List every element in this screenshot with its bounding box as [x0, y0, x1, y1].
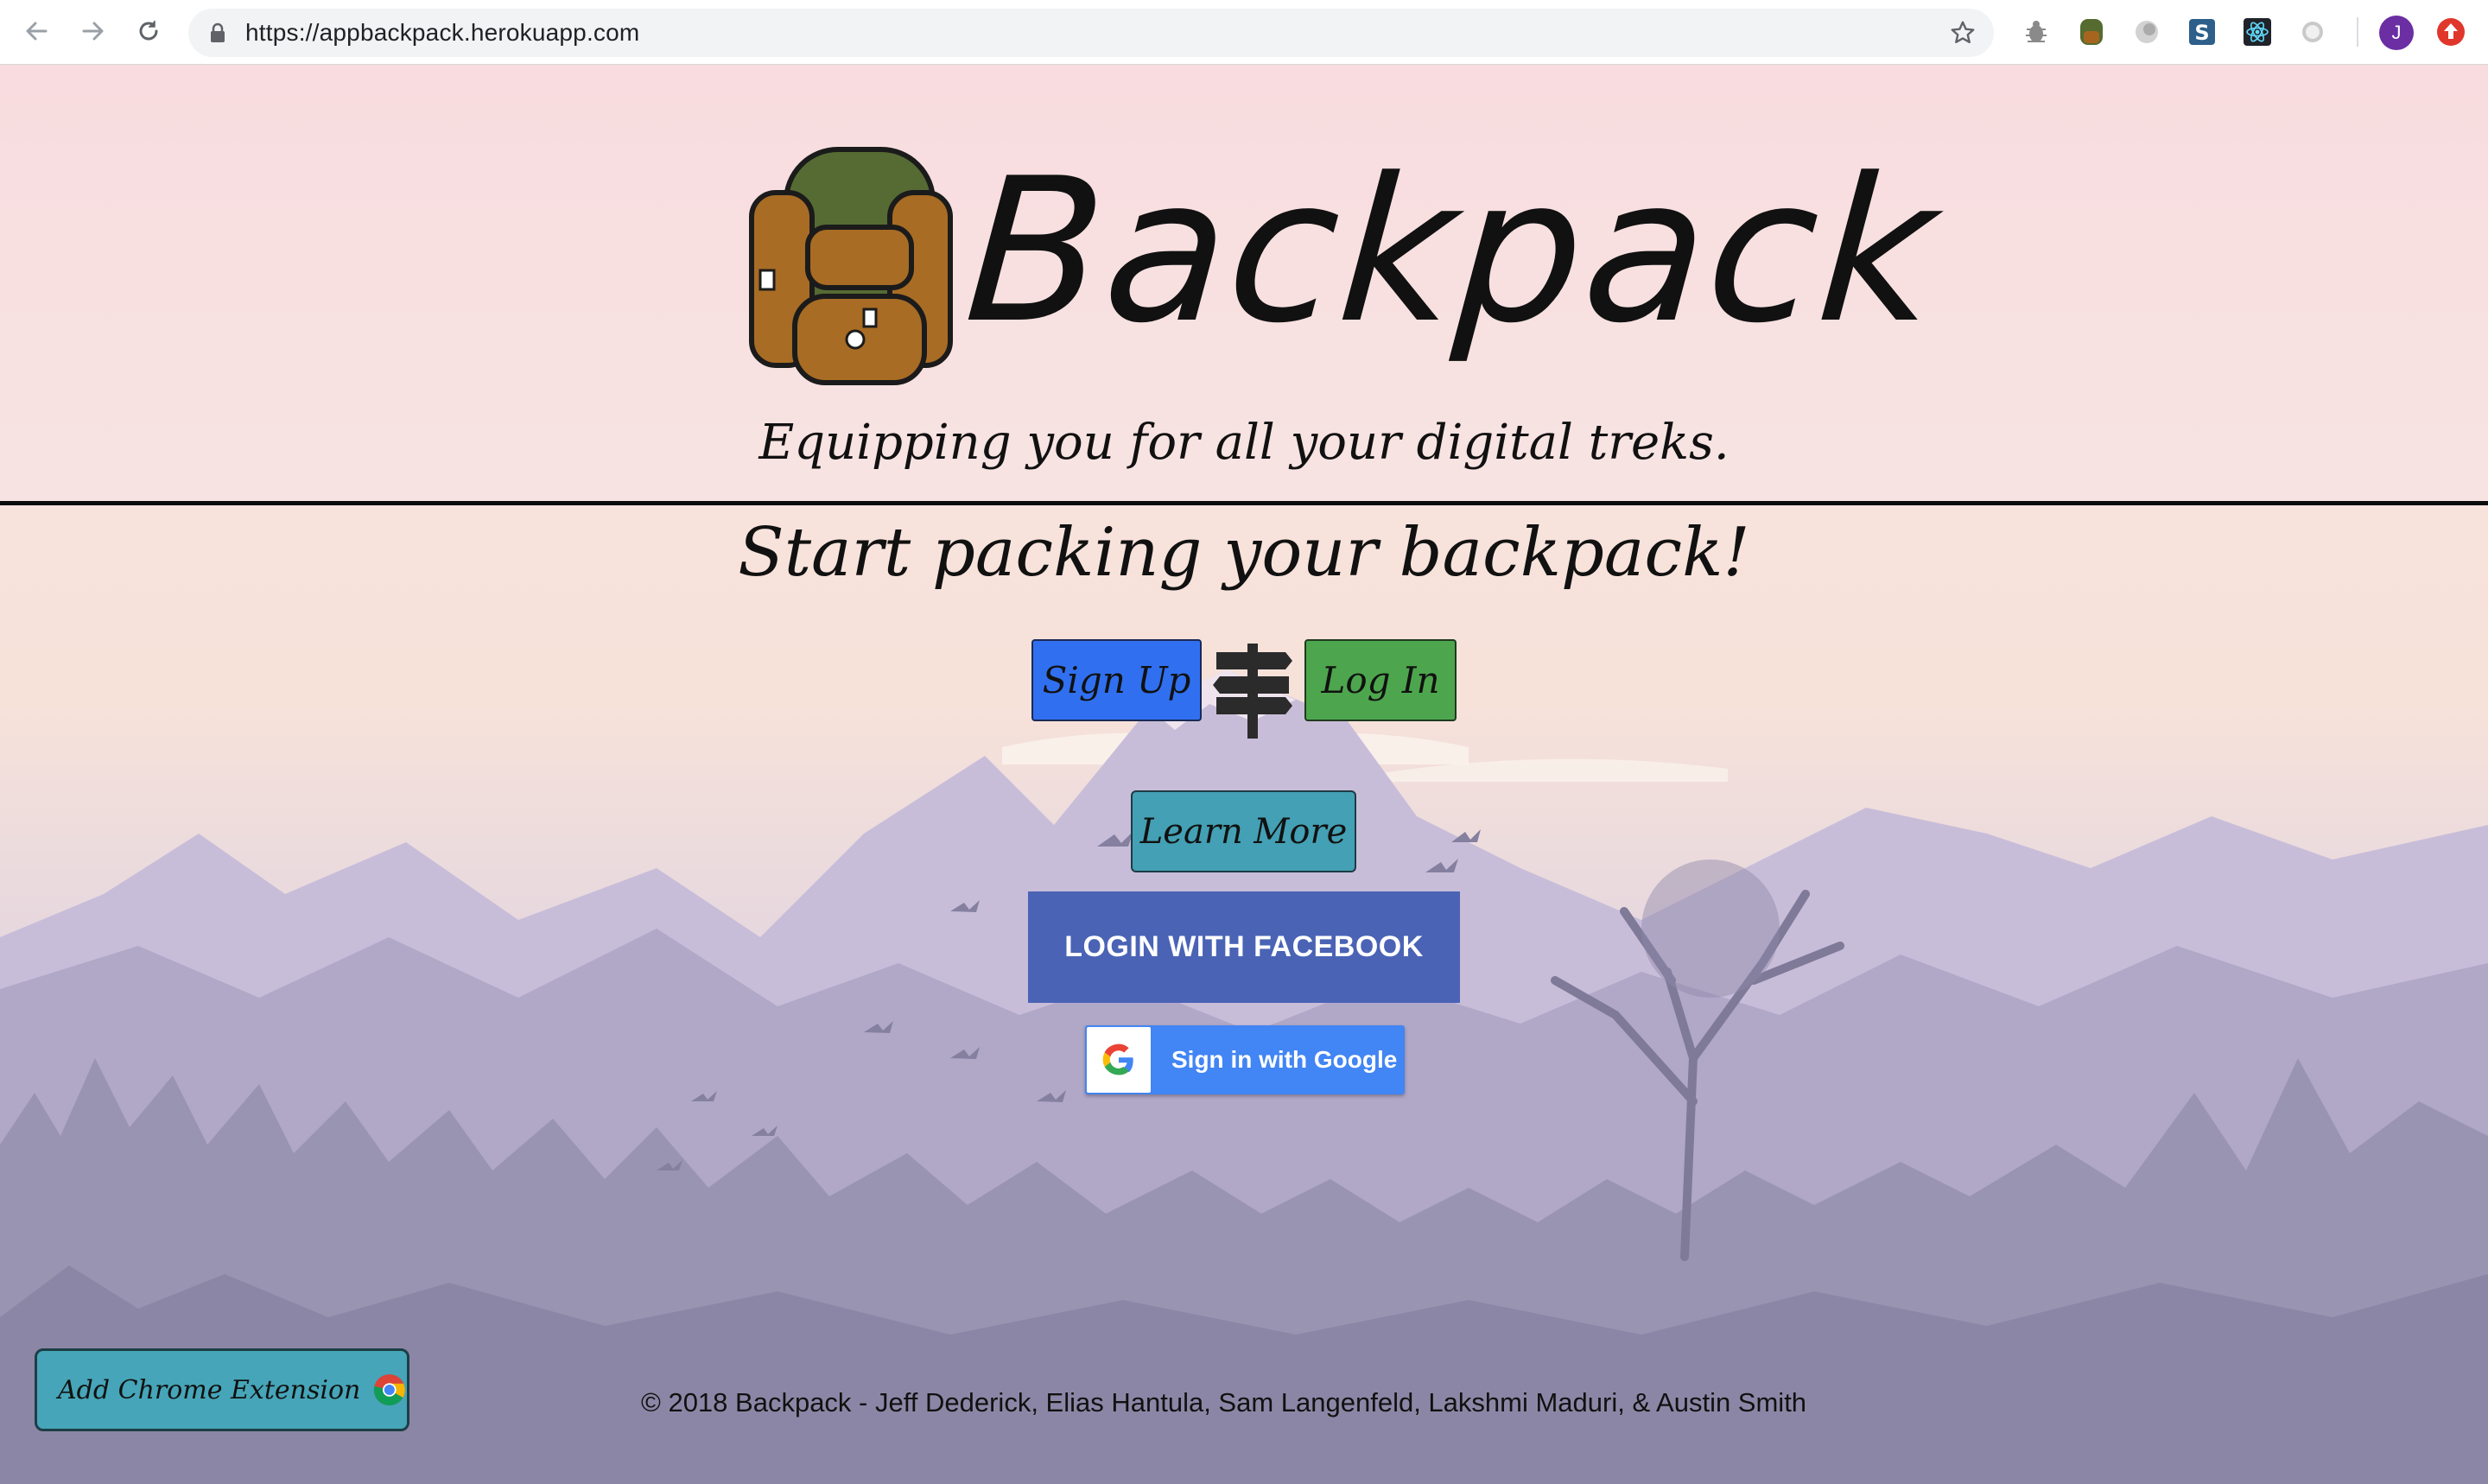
reload-icon[interactable]	[130, 12, 168, 50]
toolbar-divider	[2357, 17, 2358, 47]
log-in-button[interactable]: Log In	[1304, 639, 1457, 721]
google-sign-in-label: Sign in with Google	[1171, 1046, 1398, 1073]
sign-up-button[interactable]: Sign Up	[1031, 639, 1202, 721]
chrome-logo-icon	[374, 1373, 406, 1406]
page-content: Backpack Equipping you for all your digi…	[0, 65, 2488, 1484]
google-g-icon	[1087, 1027, 1151, 1093]
google-sign-in-button[interactable]: Sign in with Google	[1085, 1025, 1405, 1094]
browser-toolbar: https://appbackpack.herokuapp.com S J	[0, 0, 2488, 65]
header-divider	[0, 501, 2488, 505]
bug-extension-icon[interactable]	[2020, 16, 2053, 48]
footer-credits: © 2018 Backpack - Jeff Dederick, Elias H…	[641, 1387, 1807, 1417]
page-headline: Start packing your backpack!	[738, 514, 1750, 592]
tagline: Equipping you for all your digital treks…	[758, 415, 1730, 471]
back-arrow-icon[interactable]	[17, 12, 55, 50]
s-extension-icon[interactable]: S	[2186, 16, 2218, 48]
add-chrome-extension-label: Add Chrome Extension	[58, 1374, 361, 1405]
gray-circle-extension-icon[interactable]	[2130, 16, 2163, 48]
facebook-login-button[interactable]: LOGIN WITH FACEBOOK	[1028, 891, 1460, 1003]
learn-more-button[interactable]: Learn More	[1131, 790, 1356, 872]
react-extension-icon[interactable]	[2241, 16, 2274, 48]
add-chrome-extension-button[interactable]: Add Chrome Extension	[35, 1348, 409, 1431]
lock-icon	[209, 22, 226, 47]
address-bar[interactable]: https://appbackpack.herokuapp.com	[188, 9, 1994, 57]
red-upload-extension-icon[interactable]	[2434, 16, 2467, 48]
white-circle-extension-icon[interactable]	[2296, 16, 2329, 48]
backpack-logo-icon	[749, 147, 953, 385]
brand-title: Backpack	[959, 136, 1945, 367]
profile-avatar[interactable]: J	[2379, 16, 2414, 50]
forward-arrow-icon[interactable]	[74, 12, 112, 50]
bookmark-star-icon[interactable]	[1949, 19, 1977, 50]
backpack-extension-icon[interactable]	[2075, 16, 2108, 48]
svg-text:S: S	[2194, 21, 2209, 45]
url-text[interactable]: https://appbackpack.herokuapp.com	[245, 19, 639, 47]
signpost-icon	[1213, 644, 1292, 739]
